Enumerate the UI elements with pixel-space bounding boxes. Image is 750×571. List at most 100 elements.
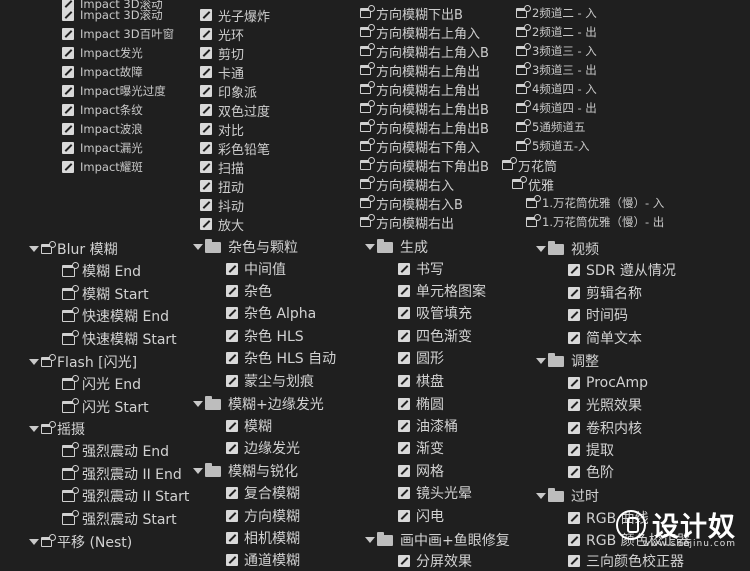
list-item[interactable]: 模糊 Start (62, 284, 149, 304)
disclosure-triangle-icon[interactable] (28, 537, 39, 547)
list-item[interactable]: 中间值 (226, 259, 286, 279)
list-item[interactable]: 强烈震动 Start (62, 509, 177, 529)
list-item[interactable]: 扭动 (200, 176, 244, 196)
list-item[interactable]: 模糊 (226, 416, 272, 436)
list-item[interactable]: Impact发光 (62, 43, 143, 63)
list-item[interactable]: 方向模糊右下角出B (360, 155, 489, 175)
list-item[interactable]: 方向模糊下出B (360, 3, 463, 23)
folder-shake[interactable]: 摇摄 (28, 419, 85, 439)
list-item[interactable]: 复合模糊 (226, 483, 300, 503)
list-item[interactable]: 卡通 (200, 62, 244, 82)
disclosure-triangle-icon[interactable] (535, 244, 546, 254)
list-item[interactable]: Impact波浪 (62, 119, 143, 139)
disclosure-triangle-icon[interactable] (535, 356, 546, 366)
disclosure-triangle-icon[interactable] (28, 357, 39, 367)
folder-generate[interactable]: 生成 (364, 237, 428, 257)
list-item[interactable]: 方向模糊右下角入 (360, 136, 480, 156)
list-item[interactable]: 光子爆炸 (200, 5, 270, 25)
list-item[interactable]: 扫描 (200, 157, 244, 177)
list-item[interactable]: Impact条纹 (62, 100, 143, 120)
folder-elegant[interactable]: 优雅 (512, 174, 554, 194)
folder-obsolete[interactable]: 过时 (535, 486, 599, 506)
list-item[interactable]: 4频道四 - 入 (516, 79, 597, 99)
list-item[interactable]: 杂色 HLS (226, 326, 304, 346)
list-item[interactable]: 方向模糊右出 (360, 212, 454, 232)
list-item[interactable]: Impact 3D百叶窗 (62, 24, 174, 44)
list-item[interactable]: 相机模糊 (226, 528, 300, 548)
folder-kaleido[interactable]: 万花筒 (502, 155, 557, 175)
list-item[interactable]: 抖动 (200, 195, 244, 215)
list-item[interactable]: 双色过度 (200, 100, 270, 120)
list-item[interactable]: 圆形 (398, 348, 444, 368)
list-item[interactable]: 方向模糊右上角入 (360, 22, 480, 42)
list-item[interactable]: Impact曝光过度 (62, 81, 166, 101)
list-item[interactable]: 强烈震动 II End (62, 464, 182, 484)
disclosure-triangle-icon[interactable] (364, 535, 375, 545)
list-item[interactable]: 快速模糊 End (62, 306, 169, 326)
list-item[interactable]: 5频道五-入 (516, 136, 589, 156)
list-item[interactable]: 时间码 (568, 305, 628, 325)
list-item[interactable]: 光照效果 (568, 395, 642, 415)
list-item[interactable]: SDR 遵从情况 (568, 260, 676, 280)
list-item[interactable]: 强烈震动 II Start (62, 486, 189, 506)
list-item[interactable]: 方向模糊 (226, 506, 300, 526)
list-item[interactable]: 1.万花筒优雅（慢）- 出 (526, 212, 664, 232)
list-item[interactable]: 方向模糊右入B (360, 193, 463, 213)
folder-flash[interactable]: Flash [闪光] (28, 352, 137, 372)
list-item[interactable]: Impact漏光 (62, 138, 143, 158)
folder-pip[interactable]: 画中画+鱼眼修复 (364, 530, 510, 550)
list-item[interactable]: 方向模糊右上角出 (360, 79, 480, 99)
list-item[interactable]: 彩色铅笔 (200, 138, 270, 158)
list-item[interactable]: 4频道四 - 出 (516, 98, 597, 118)
list-item[interactable]: 光环 (200, 24, 244, 44)
list-item[interactable]: 油漆桶 (398, 416, 458, 436)
list-item[interactable]: 剪辑名称 (568, 283, 642, 303)
list-item[interactable]: 渐变 (398, 438, 444, 458)
list-item[interactable]: 提取 (568, 440, 614, 460)
list-item[interactable]: 方向模糊右上角出B (360, 117, 489, 137)
folder-blur-sharpen[interactable]: 模糊与锐化 (192, 461, 298, 481)
list-item[interactable]: 1.万花筒优雅（慢）- 入 (526, 193, 664, 213)
folder-blur-glow[interactable]: 模糊+边缘发光 (192, 394, 324, 414)
list-item[interactable]: 3频道三 - 出 (516, 60, 597, 80)
list-item[interactable]: 方向模糊右上角出B (360, 98, 489, 118)
disclosure-triangle-icon[interactable] (535, 491, 546, 501)
list-item[interactable]: 方向模糊右入 (360, 174, 454, 194)
disclosure-triangle-icon[interactable] (192, 242, 203, 252)
list-item[interactable]: 杂色 HLS 自动 (226, 348, 336, 368)
folder-blur[interactable]: Blur 模糊 (28, 239, 118, 259)
list-item[interactable]: 2频道二 - 出 (516, 22, 597, 42)
list-item[interactable]: 剪切 (200, 43, 244, 63)
folder-adjust[interactable]: 调整 (535, 351, 599, 371)
list-item[interactable]: 蒙尘与划痕 (226, 371, 314, 391)
list-item[interactable]: 快速模糊 Start (62, 329, 177, 349)
list-item[interactable]: 边缘发光 (226, 438, 300, 458)
list-item[interactable]: 棋盘 (398, 371, 444, 391)
list-item[interactable]: 放大 (200, 214, 244, 234)
folder-pan[interactable]: 平移 (Nest) (28, 532, 132, 552)
list-item[interactable]: 镜头光晕 (398, 483, 472, 503)
list-item[interactable]: 分屏效果 (398, 551, 472, 571)
disclosure-triangle-icon[interactable] (192, 466, 203, 476)
disclosure-triangle-icon[interactable] (192, 399, 203, 409)
list-item[interactable]: 通道模糊 (226, 550, 300, 570)
folder-noise[interactable]: 杂色与颗粒 (192, 237, 298, 257)
disclosure-triangle-icon[interactable] (28, 244, 39, 254)
folder-video[interactable]: 视频 (535, 239, 599, 259)
list-item[interactable]: 网格 (398, 461, 444, 481)
list-item[interactable]: 书写 (398, 259, 444, 279)
list-item[interactable]: 闪电 (398, 506, 444, 526)
list-item[interactable]: 闪光 End (62, 374, 141, 394)
list-item[interactable]: 2频道二 - 入 (516, 3, 597, 23)
list-item[interactable]: 模糊 End (62, 261, 141, 281)
list-item[interactable]: 对比 (200, 119, 244, 139)
list-item[interactable]: Impact故障 (62, 62, 143, 82)
list-item[interactable]: 方向模糊右上角出 (360, 60, 480, 80)
list-item[interactable]: 三向颜色校正器 (568, 551, 684, 571)
list-item[interactable]: 闪光 Start (62, 397, 149, 417)
list-item[interactable]: 色阶 (568, 462, 614, 482)
list-item[interactable]: 杂色 (226, 281, 272, 301)
list-item[interactable]: 5通频道五 (516, 117, 585, 137)
list-item[interactable]: 吸管填充 (398, 303, 472, 323)
list-item[interactable]: Impact耀斑 (62, 157, 143, 177)
